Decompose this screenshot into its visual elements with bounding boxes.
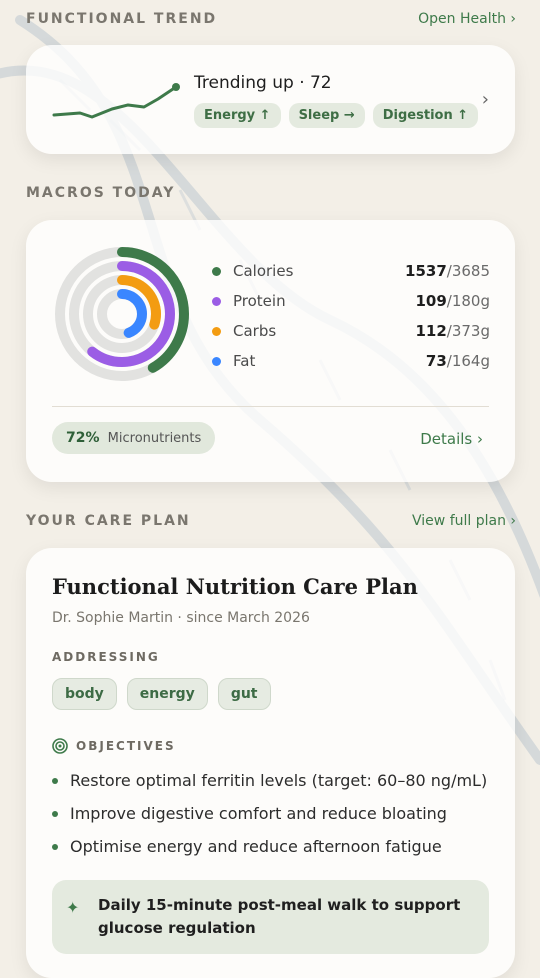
macros-section-title: MACROS TODAY <box>26 185 176 201</box>
fat-dot <box>212 356 221 366</box>
trend-card[interactable]: Trending up · 72 Energy ↑ Sleep → Digest… <box>26 45 515 154</box>
trend-chip-sleep[interactable]: Sleep → <box>288 103 365 128</box>
trend-chips: Energy ↑ Sleep → Digestion ↑ <box>194 103 479 128</box>
micronutrients-label: Micronutrients <box>107 431 202 446</box>
open-health-link[interactable]: Open Health › <box>418 11 516 27</box>
macro-row-fat: Fat 73/164g <box>212 346 490 376</box>
tag-body[interactable]: body <box>52 678 117 710</box>
macro-value: 109/180g <box>415 292 490 310</box>
view-full-plan-link[interactable]: View full plan › <box>412 513 516 529</box>
tip-text-line1: Daily 15-minute post-meal walk to suppor… <box>98 896 461 914</box>
trend-chip-digestion[interactable]: Digestion ↑ <box>372 103 479 128</box>
macros-card: Calories 1537/3685 Protein 109/180g Carb… <box>26 220 515 482</box>
divider <box>52 406 489 407</box>
objectives-label: OBJECTIVES <box>76 739 176 753</box>
objectives-list: Restore optimal ferritin levels (target:… <box>52 764 487 863</box>
protein-dot <box>212 296 221 306</box>
care-tip-callout[interactable]: ✦ Daily 15-minute post-meal walk to supp… <box>52 880 489 954</box>
care-plan-card: Functional Nutrition Care Plan Dr. Sophi… <box>26 548 515 978</box>
tip-text-line2: glucose regulation <box>98 919 256 937</box>
macro-row-calories: Calories 1537/3685 <box>212 256 490 286</box>
care-plan-section-title: YOUR CARE PLAN <box>26 513 191 529</box>
macro-name: Protein <box>233 292 286 310</box>
details-link[interactable]: Details › <box>420 430 483 448</box>
micronutrients-pill[interactable]: 72% Micronutrients <box>52 422 216 454</box>
tag-energy[interactable]: energy <box>126 678 208 710</box>
macro-name: Fat <box>233 352 256 370</box>
objectives-header: OBJECTIVES <box>52 738 176 754</box>
macro-list: Calories 1537/3685 Protein 109/180g Carb… <box>212 256 490 376</box>
trend-section-title: FUNCTIONAL TREND <box>26 11 218 27</box>
macro-row-carbs: Carbs 112/373g <box>212 316 490 346</box>
carbs-dot <box>212 326 221 336</box>
care-plan-section-header: YOUR CARE PLAN View full plan › <box>26 513 516 529</box>
sparkle-icon: ✦ <box>66 898 80 917</box>
macro-name: Calories <box>233 262 294 280</box>
macros-section-header: MACROS TODAY <box>26 185 516 201</box>
trend-sparkline <box>52 83 180 119</box>
trend-headline: Trending up · 72 <box>194 73 332 93</box>
macro-row-protein: Protein 109/180g <box>212 286 490 316</box>
calories-dot <box>212 266 221 276</box>
trend-chip-energy[interactable]: Energy ↑ <box>194 103 281 128</box>
chevron-right-icon[interactable]: › <box>482 89 489 110</box>
tag-gut[interactable]: gut <box>217 678 271 710</box>
macro-value: 112/373g <box>415 322 490 340</box>
plan-title: Functional Nutrition Care Plan <box>52 574 418 599</box>
macro-name: Carbs <box>233 322 277 340</box>
macro-value: 73/164g <box>425 352 490 370</box>
objective-item: Restore optimal ferritin levels (target:… <box>52 764 487 797</box>
addressing-label: ADDRESSING <box>52 650 160 664</box>
macro-value: 1537/3685 <box>405 262 490 280</box>
addressing-tags: body energy gut <box>52 678 271 710</box>
target-icon <box>52 738 68 754</box>
macro-rings-chart <box>55 247 189 381</box>
objective-item: Improve digestive comfort and reduce blo… <box>52 797 487 830</box>
objective-item: Optimise energy and reduce afternoon fat… <box>52 830 487 863</box>
micronutrients-percent: 72% <box>66 430 100 446</box>
plan-subtitle: Dr. Sophie Martin · since March 2026 <box>52 610 310 626</box>
trend-section-header: FUNCTIONAL TREND Open Health › <box>26 11 516 27</box>
